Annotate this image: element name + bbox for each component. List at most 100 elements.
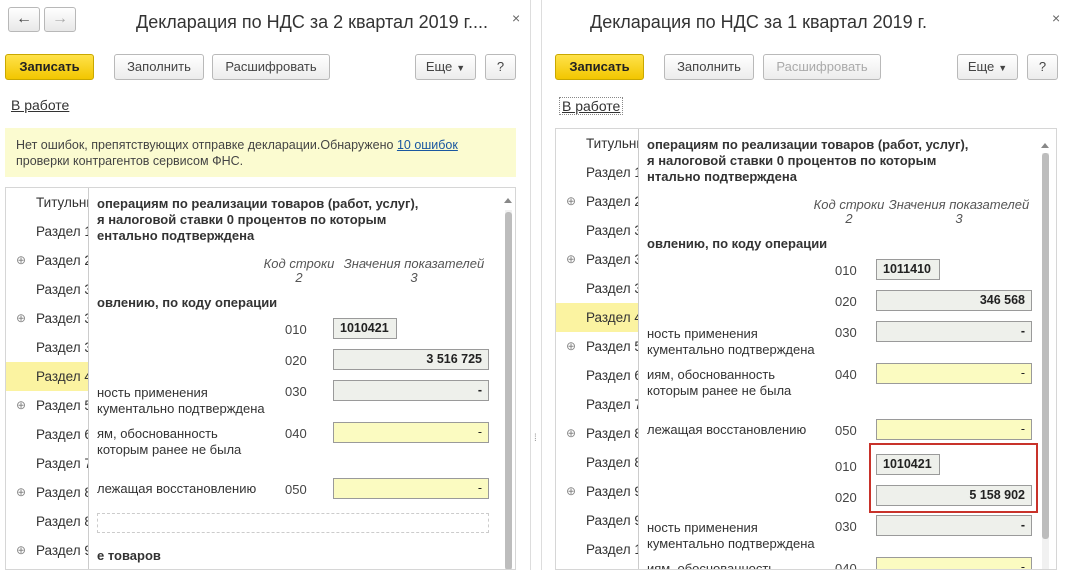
tree-item[interactable]: Раздел 3 bbox=[6, 275, 96, 304]
tree-label: Раздел 1 bbox=[36, 224, 92, 239]
tree-item[interactable]: ⊕ Раздел 8 bbox=[556, 419, 646, 448]
expand-icon[interactable]: ⊕ bbox=[566, 245, 576, 274]
tree-item[interactable]: Раздел 3 bbox=[6, 333, 96, 362]
save-button[interactable]: Записать bbox=[555, 54, 644, 80]
window-title: Декларация по НДС за 1 квартал 2019 г. bbox=[590, 12, 927, 32]
row-code: 010 bbox=[835, 263, 857, 278]
tree-item[interactable]: ⊕ Раздел 9 bbox=[6, 536, 96, 565]
splitter-grip-icon[interactable]: ⁞ bbox=[534, 434, 538, 454]
expand-icon[interactable]: ⊕ bbox=[566, 477, 576, 506]
column-header-values-number: 3 bbox=[955, 211, 963, 226]
tree-item-active[interactable]: Раздел 4 bbox=[6, 362, 96, 391]
amount-field[interactable]: - bbox=[876, 363, 1032, 384]
more-button[interactable]: Еще ▼ bbox=[957, 54, 1018, 80]
tree-label: Раздел 8 bbox=[586, 426, 642, 441]
tree-item[interactable]: Раздел 1 bbox=[556, 535, 646, 564]
more-button[interactable]: Еще ▼ bbox=[415, 54, 476, 80]
tree-item[interactable]: Раздел 1 bbox=[6, 217, 96, 246]
tree-item[interactable]: ⊕ Раздел 3 bbox=[6, 304, 96, 333]
row-code: 040 bbox=[835, 561, 857, 570]
column-header-values: Значения показателей bbox=[888, 197, 1030, 212]
decode-button[interactable]: Расшифровать bbox=[763, 54, 881, 80]
decode-button[interactable]: Расшифровать bbox=[212, 54, 330, 80]
tree-item[interactable]: ⊕ Раздел 8 bbox=[6, 478, 96, 507]
tree-label: Раздел 3 bbox=[586, 252, 642, 267]
panel-splitter[interactable]: ⁞ bbox=[530, 0, 542, 570]
tree-item[interactable]: Раздел 8 bbox=[556, 448, 646, 477]
scrollbar-thumb[interactable] bbox=[505, 212, 512, 569]
expand-icon[interactable]: ⊕ bbox=[16, 246, 26, 275]
column-header-code-number: 2 bbox=[845, 211, 853, 226]
amount-field[interactable]: 346 568 bbox=[876, 290, 1032, 311]
tree-label: Раздел 1 bbox=[586, 542, 642, 557]
column-header-values-number: 3 bbox=[410, 270, 418, 285]
amount-field[interactable]: - bbox=[876, 321, 1032, 342]
save-button[interactable]: Записать bbox=[5, 54, 94, 80]
back-button[interactable]: ← bbox=[8, 7, 40, 32]
scroll-up-icon[interactable] bbox=[504, 198, 512, 203]
tree-label: Раздел 6 bbox=[36, 427, 92, 442]
operation-code-field[interactable]: 1011410 bbox=[876, 259, 940, 280]
expand-icon[interactable]: ⊕ bbox=[566, 187, 576, 216]
expand-icon[interactable]: ⊕ bbox=[16, 536, 26, 565]
tree-item[interactable]: ⊕ Раздел 2 bbox=[6, 246, 96, 275]
status-link[interactable]: В работе bbox=[11, 97, 69, 113]
row-label: иям, обоснованность bbox=[647, 367, 776, 382]
scroll-up-icon[interactable] bbox=[1041, 143, 1049, 148]
row-label: ность применения bbox=[647, 326, 758, 341]
tree-item[interactable]: Раздел 3 bbox=[556, 216, 646, 245]
tree-item[interactable]: Раздел 7 bbox=[6, 449, 96, 478]
row-code: 030 bbox=[835, 519, 857, 534]
row-code: 040 bbox=[835, 367, 857, 382]
status-link[interactable]: В работе bbox=[559, 97, 624, 115]
expand-icon[interactable]: ⊕ bbox=[566, 419, 576, 448]
expand-icon[interactable]: ⊕ bbox=[16, 478, 26, 507]
column-header-code: Код строки bbox=[263, 256, 335, 271]
row-label: которым ранее не была bbox=[647, 383, 792, 398]
tree-item[interactable]: Раздел 8 bbox=[6, 507, 96, 536]
tree-item[interactable]: ⊕ Раздел 3 bbox=[556, 245, 646, 274]
scrollbar-thumb[interactable] bbox=[1042, 153, 1049, 539]
fill-button[interactable]: Заполнить bbox=[114, 54, 204, 80]
subsection-heading: овлению, по коду операции bbox=[97, 295, 278, 310]
expand-icon[interactable]: ⊕ bbox=[16, 391, 26, 420]
tree-label: Раздел 5 bbox=[36, 398, 92, 413]
close-icon[interactable]: × bbox=[512, 10, 520, 26]
tree-item[interactable]: ⊕ Раздел 5 bbox=[6, 391, 96, 420]
amount-field[interactable]: 3 516 725 bbox=[333, 349, 489, 370]
more-label: Еще bbox=[967, 59, 995, 74]
errors-link[interactable]: 10 ошибок bbox=[397, 138, 458, 152]
tree-item[interactable]: ⊕ Раздел 2 bbox=[556, 187, 646, 216]
help-button[interactable]: ? bbox=[1027, 54, 1058, 80]
close-icon[interactable]: × bbox=[1052, 10, 1060, 26]
forward-button[interactable]: → bbox=[44, 7, 76, 32]
tree-label: Раздел 3 bbox=[586, 223, 642, 238]
tree-item[interactable]: ⊕ Раздел 5 bbox=[556, 332, 646, 361]
help-button[interactable]: ? bbox=[485, 54, 516, 80]
operation-code-field[interactable]: 1010421 bbox=[333, 318, 397, 339]
amount-field[interactable]: - bbox=[876, 557, 1032, 569]
tree-item[interactable]: Раздел 6 bbox=[6, 420, 96, 449]
tree-item[interactable]: Раздел 9 bbox=[556, 506, 646, 535]
amount-field[interactable]: - bbox=[333, 478, 489, 499]
tree-item[interactable]: Раздел 1 bbox=[556, 158, 646, 187]
tree-item[interactable]: Титульный bbox=[6, 188, 104, 217]
row-code: 020 bbox=[835, 490, 857, 505]
amount-field[interactable]: - bbox=[333, 380, 489, 401]
tree-item[interactable]: Раздел 3 bbox=[556, 274, 646, 303]
tree-item[interactable]: Титульный bbox=[556, 129, 654, 158]
expand-icon[interactable]: ⊕ bbox=[16, 304, 26, 333]
tree-item-active[interactable]: Раздел 4 bbox=[556, 303, 646, 332]
expand-icon[interactable]: ⊕ bbox=[566, 332, 576, 361]
more-label: Еще bbox=[425, 59, 453, 74]
tree-item[interactable]: ⊕ Раздел 9 bbox=[556, 477, 646, 506]
amount-field[interactable]: - bbox=[876, 515, 1032, 536]
tree-item[interactable]: Раздел 7 bbox=[556, 390, 646, 419]
row-label: которым ранее не была bbox=[97, 442, 242, 457]
row-code: 030 bbox=[285, 384, 307, 399]
amount-field[interactable]: - bbox=[333, 422, 489, 443]
amount-field[interactable]: - bbox=[876, 419, 1032, 440]
tree-item[interactable]: Раздел 6 bbox=[556, 361, 646, 390]
fill-button[interactable]: Заполнить bbox=[664, 54, 754, 80]
form-content: операциям по реализации товаров (работ, … bbox=[638, 129, 1056, 569]
